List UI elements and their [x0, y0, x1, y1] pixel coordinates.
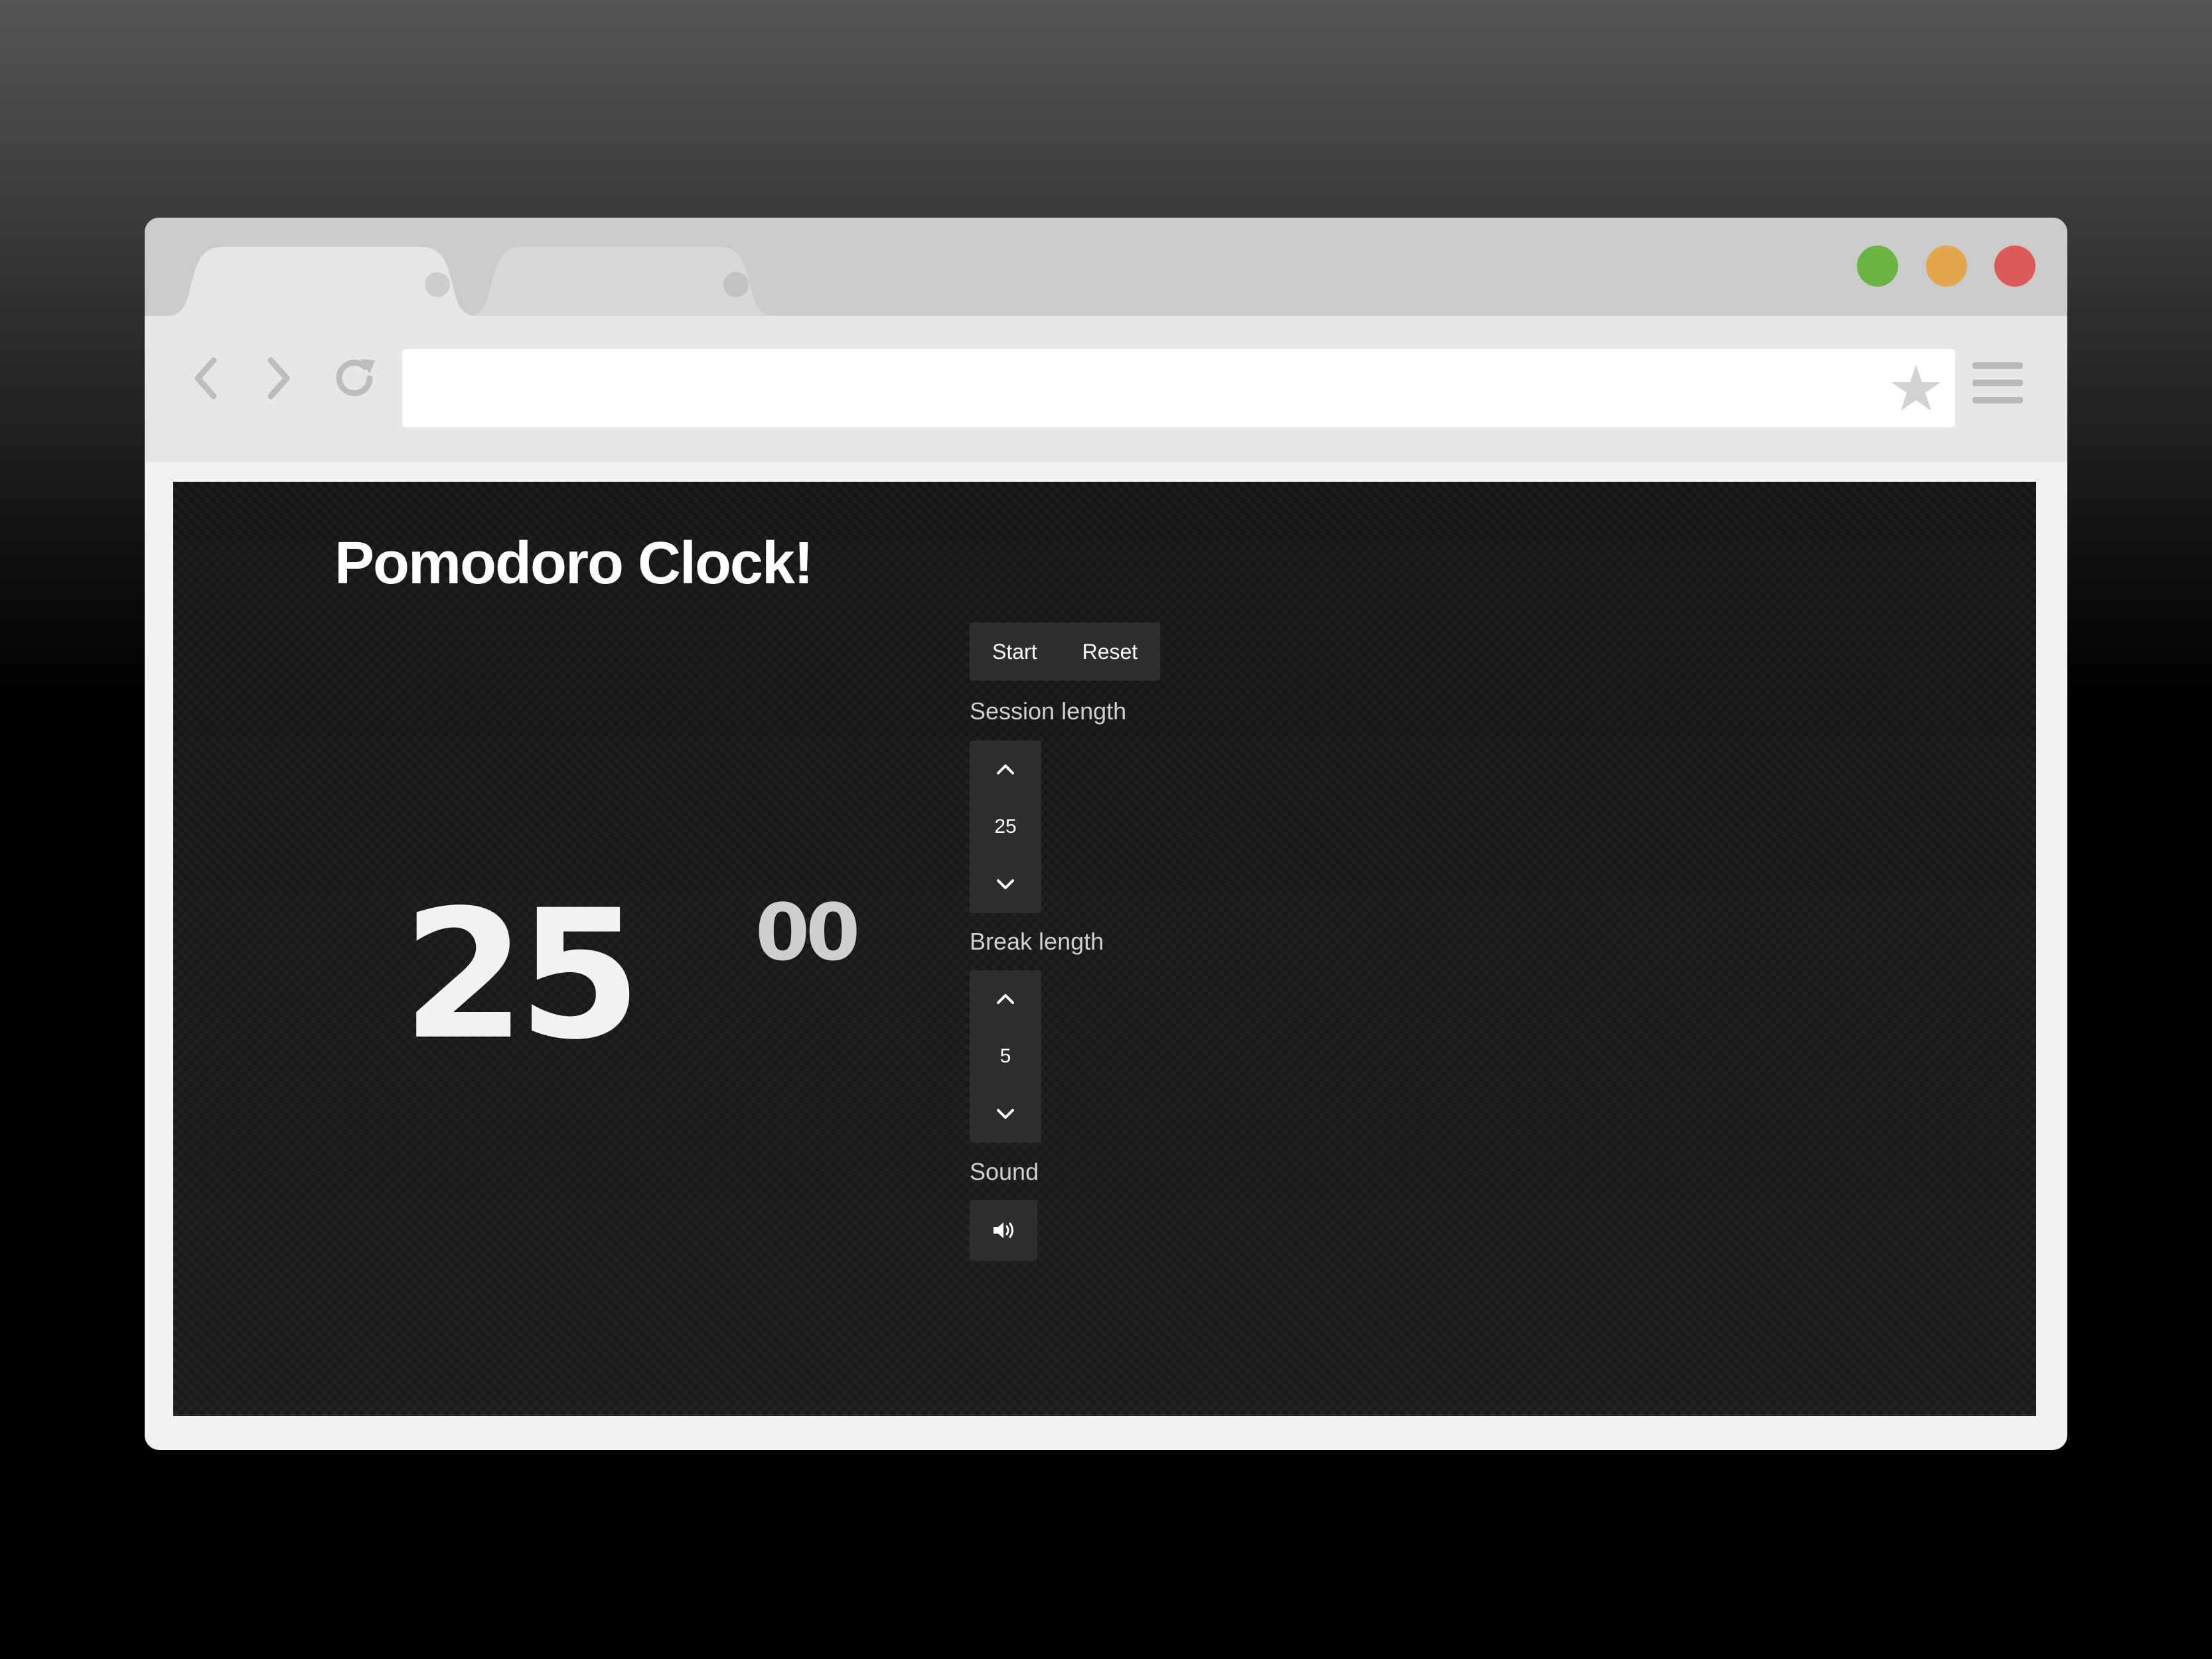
tab-strip [145, 218, 2067, 316]
window-minimize-button[interactable] [1926, 246, 1967, 287]
page-title: Pomodoro Clock! [334, 530, 814, 597]
back-arrow-icon [194, 357, 217, 399]
break-length-label: Break length [970, 928, 1104, 955]
chevron-down-icon [997, 1109, 1014, 1119]
session-length-stepper: 25 [970, 741, 1041, 913]
bookmark-star-icon[interactable] [1890, 362, 1942, 414]
page-viewport: Pomodoro Clock! 25 00 Start Reset Sessio… [173, 482, 2036, 1416]
forward-button[interactable] [251, 352, 304, 405]
window-maximize-button[interactable] [1857, 246, 1898, 287]
forward-arrow-icon [267, 357, 290, 399]
chevron-up-icon [997, 994, 1014, 1004]
session-decrement-button[interactable] [970, 861, 1041, 908]
tab-2-close-icon[interactable] [723, 272, 749, 297]
timer-controls: Start Reset [970, 622, 1161, 681]
reset-button[interactable]: Reset [1060, 622, 1161, 681]
chevron-down-icon [997, 879, 1014, 889]
break-length-stepper: 5 [970, 970, 1041, 1143]
timer-display: 25 00 [402, 887, 860, 1064]
browser-menu-icon[interactable] [1972, 360, 2023, 407]
tab-2[interactable] [467, 247, 774, 316]
address-bar[interactable] [402, 349, 1955, 427]
sound-label: Sound [970, 1158, 1039, 1185]
session-length-label: Session length [970, 697, 1127, 725]
reload-button[interactable] [328, 352, 381, 405]
session-increment-button[interactable] [970, 746, 1041, 792]
session-length-value: 25 [994, 816, 1017, 837]
tab-1[interactable] [167, 247, 477, 316]
break-increment-button[interactable] [970, 975, 1041, 1022]
window-close-button[interactable] [1994, 246, 2035, 287]
browser-window: Pomodoro Clock! 25 00 Start Reset Sessio… [145, 218, 2067, 1450]
tab-1-close-icon[interactable] [425, 272, 450, 297]
timer-minutes: 25 [402, 872, 642, 1079]
volume-icon [994, 1222, 1013, 1238]
timer-seconds: 00 [755, 887, 860, 978]
back-button[interactable] [181, 352, 234, 405]
break-length-value: 5 [999, 1045, 1011, 1067]
start-button[interactable]: Start [970, 622, 1060, 681]
chevron-up-icon [997, 764, 1014, 774]
reload-icon [336, 359, 375, 397]
browser-toolbar [145, 316, 2067, 462]
sound-toggle-button[interactable] [970, 1200, 1037, 1261]
break-decrement-button[interactable] [970, 1091, 1041, 1137]
